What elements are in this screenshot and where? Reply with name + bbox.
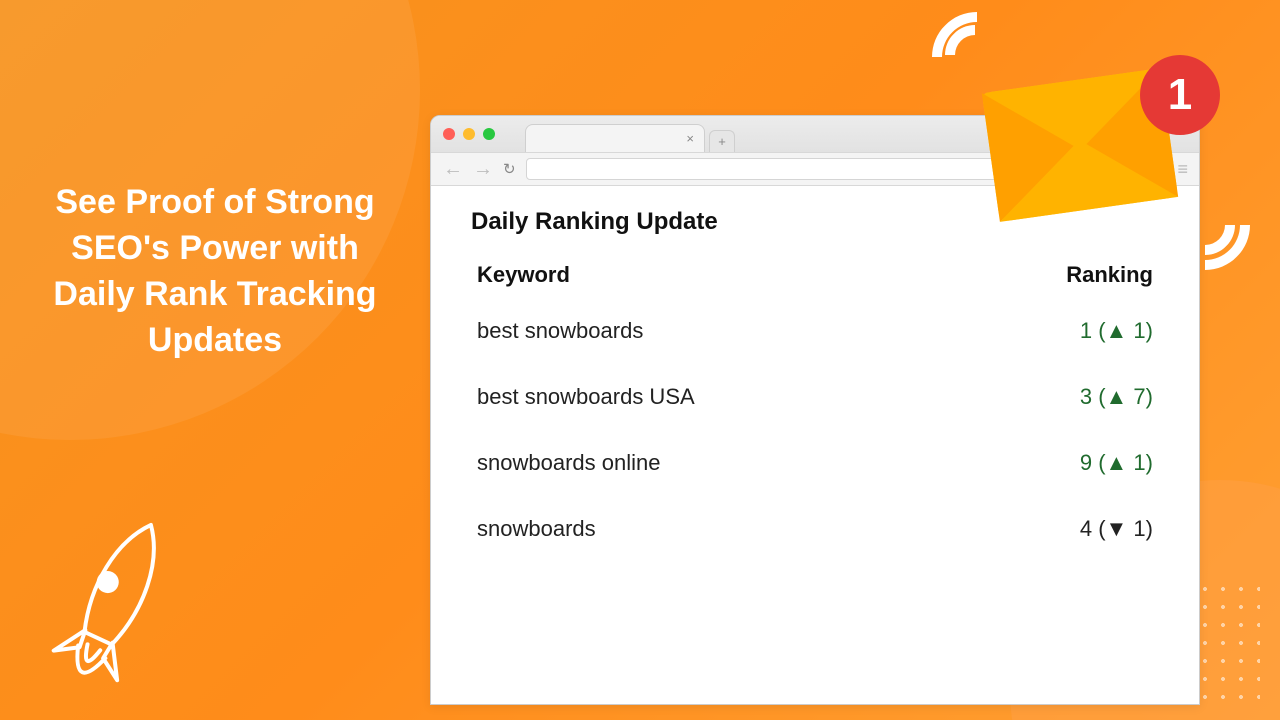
headline-block: See Proof of Strong SEO's Power with Dai… [45, 180, 385, 364]
keyword-cell: snowboards online [477, 450, 660, 476]
rocket-illustration [30, 502, 200, 702]
ranking-cell: 4 (▼ 1) [1080, 516, 1153, 542]
ranking-cell: 3 (▲ 7) [1080, 384, 1153, 410]
keyword-cell: best snowboards USA [477, 384, 695, 410]
notification-badge: 1 [1140, 55, 1220, 135]
table-row: best snowboards 1 (▲ 1) [471, 298, 1159, 364]
nav-forward-button[interactable]: → [473, 158, 493, 181]
maximize-icon[interactable] [483, 128, 495, 140]
browser-tab[interactable]: × [525, 124, 705, 152]
minimize-icon[interactable] [463, 128, 475, 140]
table-row: snowboards 4 (▼ 1) [471, 496, 1159, 562]
col-ranking: Ranking [1066, 262, 1153, 288]
tab-close-icon[interactable]: × [686, 131, 694, 146]
reload-button[interactable]: ↻ [503, 160, 516, 178]
col-keyword: Keyword [477, 262, 570, 288]
plus-icon: + [718, 134, 726, 149]
keyword-cell: best snowboards [477, 318, 643, 344]
nav-back-button[interactable]: ← [443, 158, 463, 181]
table-row: snowboards online 9 (▲ 1) [471, 430, 1159, 496]
close-icon[interactable] [443, 128, 455, 140]
table-row: best snowboards USA 3 (▲ 7) [471, 364, 1159, 430]
notification-count: 1 [1168, 70, 1192, 120]
ranking-cell: 9 (▲ 1) [1080, 450, 1153, 476]
traffic-lights [443, 128, 495, 140]
headline-text: See Proof of Strong SEO's Power with Dai… [45, 180, 385, 364]
envelope-illustration: 1 [980, 40, 1200, 250]
table-header: Keyword Ranking [471, 262, 1159, 298]
ranking-cell: 1 (▲ 1) [1080, 318, 1153, 344]
new-tab-button[interactable]: + [709, 130, 735, 152]
keyword-cell: snowboards [477, 516, 596, 542]
